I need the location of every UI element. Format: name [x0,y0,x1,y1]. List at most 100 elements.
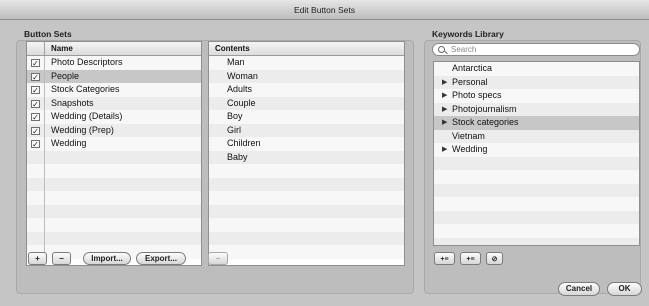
keyword-search-placeholder: Search [451,45,477,54]
export-button[interactable]: Export... [136,252,186,265]
keyword-row[interactable]: ▶ Photo specs [434,89,639,103]
keyword-row[interactable]: Vietnam [434,129,639,143]
content-item-label: Boy [227,111,243,121]
button-set-row[interactable]: ✓ Stock Categories [27,83,201,97]
empty-row [27,218,201,232]
keyword-label: Vietnam [452,130,485,141]
content-item-label: Man [227,57,245,67]
button-set-row[interactable]: ✓ Wedding [27,137,201,151]
button-set-name: Stock Categories [51,84,120,94]
keyword-row[interactable]: ▶ Wedding [434,143,639,157]
disclosure-triangle-icon[interactable]: ▶ [442,116,447,130]
content-item[interactable]: Adults [209,83,404,97]
check-cell [27,218,45,232]
check-cell [27,231,45,245]
contents-table[interactable]: Contents Man Woman Adults Couple Boy Girl Chil… [208,41,405,266]
check-cell: ✓ [27,56,45,70]
empty-row [434,210,639,224]
empty-row [209,191,404,205]
dialog-body: Button Sets Name ✓ Photo Descriptors ✓ Peop… [0,20,649,306]
contents-column-header: Contents [215,44,250,53]
empty-row [209,164,404,178]
keywords-tree[interactable]: Antarctica ▶ Personal ▶ Photo specs ▶ Photojou… [433,61,640,246]
content-item[interactable]: Couple [209,96,404,110]
button-set-row[interactable]: ✓ Photo Descriptors [27,56,201,70]
enabled-checkbox[interactable]: ✓ [31,99,40,108]
remove-keyword-icon: ⊘ [491,256,498,263]
disclosure-triangle-icon[interactable]: ▶ [442,89,447,103]
search-icon [438,46,445,53]
name-column-header: Name [51,44,73,53]
empty-row [27,204,201,218]
ok-button[interactable]: OK [607,282,642,296]
content-item[interactable]: Girl [209,123,404,137]
button-sets-label: Button Sets [24,29,72,39]
enabled-checkbox[interactable]: ✓ [31,113,40,122]
disclosure-triangle-icon[interactable]: ▶ [442,103,447,117]
enabled-checkbox[interactable]: ✓ [31,126,40,135]
contents-header: Contents [209,42,404,56]
check-cell: ✓ [27,110,45,124]
keyword-row[interactable]: ▶ Photojournalism [434,102,639,117]
content-item[interactable]: Man [209,56,404,70]
cancel-button[interactable]: Cancel [558,282,600,296]
button-set-row[interactable]: ✓ Wedding (Prep) [27,123,201,137]
enabled-checkbox[interactable]: ✓ [31,140,40,149]
remove-content-button[interactable]: − [208,252,228,265]
content-item[interactable]: Baby [209,150,404,164]
add-keyword-button[interactable]: +≡ [434,252,455,265]
add-keyword-icon: +≡ [440,256,449,263]
keyword-row[interactable]: Antarctica [434,62,639,76]
keyword-label: Stock categories [452,117,519,127]
empty-row [209,204,404,218]
keyword-row[interactable]: ▶ Stock categories [434,116,639,130]
keyword-search-field[interactable]: Search [432,43,640,56]
empty-row [434,170,639,184]
button-set-row[interactable]: ✓ People [27,69,201,83]
disclosure-triangle-icon[interactable]: ▶ [442,76,447,90]
check-cell: ✓ [27,83,45,97]
content-item[interactable]: Boy [209,110,404,124]
remove-button-set-button[interactable]: − [52,252,71,265]
button-set-name: Snapshots [51,97,94,108]
remove-keyword-button[interactable]: ⊘ [486,252,503,265]
disclosure-triangle-icon[interactable]: ▶ [442,143,447,157]
empty-row [27,231,201,245]
content-item[interactable]: Children [209,137,404,151]
check-cell [27,191,45,205]
button-sets-table[interactable]: Name ✓ Photo Descriptors ✓ People ✓ Stock Cat… [26,41,202,266]
check-cell [27,204,45,218]
button-sets-header: Name [27,42,201,56]
content-item[interactable]: Woman [209,69,404,83]
keyword-label: Personal [452,76,488,87]
window-title: Edit Button Sets [0,0,649,20]
check-cell: ✓ [27,137,45,151]
check-cell [27,150,45,164]
empty-row [27,164,201,178]
enabled-checkbox[interactable]: ✓ [31,86,40,95]
button-set-row[interactable]: ✓ Wedding (Details) [27,110,201,124]
content-item-label: Woman [227,70,258,81]
check-cell: ✓ [27,69,45,83]
keyword-label: Wedding [452,144,488,154]
content-item-label: Girl [227,124,241,135]
content-item-label: Couple [227,97,256,108]
enabled-checkbox[interactable]: ✓ [31,59,40,68]
enabled-checkbox[interactable]: ✓ [31,72,40,81]
empty-row [434,183,639,197]
button-set-name: Wedding [51,138,87,148]
check-cell: ✓ [27,123,45,137]
button-set-name: Photo Descriptors [51,57,123,67]
check-cell: ✓ [27,96,45,110]
keyword-row[interactable]: ▶ Personal [434,75,639,90]
check-column-header [27,42,45,55]
button-set-row[interactable]: ✓ Snapshots [27,96,201,110]
empty-row [27,177,201,191]
keyword-rows: Antarctica ▶ Personal ▶ Photo specs ▶ Photojou… [434,62,639,245]
import-button[interactable]: Import... [83,252,131,265]
add-button-set-button[interactable]: + [28,252,47,265]
keywords-library-label: Keywords Library [432,29,504,39]
empty-row [27,191,201,205]
check-cell [27,164,45,178]
add-subkeyword-button[interactable]: +≡ [460,252,481,265]
